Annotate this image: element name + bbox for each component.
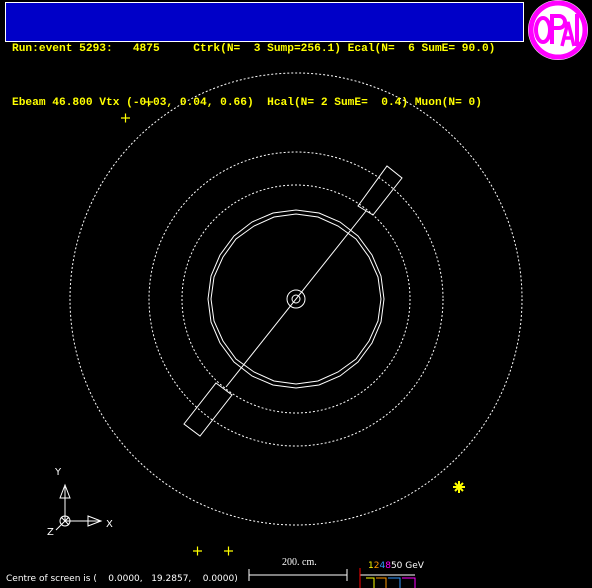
- screen-centre-readout: Centre of screen is ( 0.0000, 19.2857, 0…: [6, 574, 238, 584]
- scale-label: 200. cm.: [282, 557, 317, 568]
- scale-bar: [248, 569, 348, 581]
- header-line-1: Run:event 5293: 4875 Ctrk(N= 3 Sump=256.…: [12, 43, 496, 55]
- star-marker: [453, 481, 465, 493]
- energy-legend-bars: [359, 568, 416, 588]
- opal-logo-icon: [528, 0, 588, 60]
- plus-marker: [224, 546, 233, 556]
- energy-legend-label: 124850 GeV: [368, 561, 424, 571]
- charged-track: [225, 210, 367, 388]
- header-line-2: Ebeam 46.800 Vtx (-0.03, 0.04, 0.66) Hca…: [12, 97, 482, 109]
- x-axis-label: X: [106, 519, 113, 530]
- z-axis-label: Z: [47, 527, 54, 538]
- plus-marker: [193, 546, 202, 556]
- event-header: Run:event 5293: 4875 Ctrk(N= 3 Sump=256.…: [5, 2, 524, 109]
- energy-legend-digit: 50 GeV: [390, 561, 424, 571]
- axes-glyph: [55, 483, 103, 531]
- opal-logo: [528, 0, 588, 60]
- y-axis-label: Y: [55, 467, 62, 478]
